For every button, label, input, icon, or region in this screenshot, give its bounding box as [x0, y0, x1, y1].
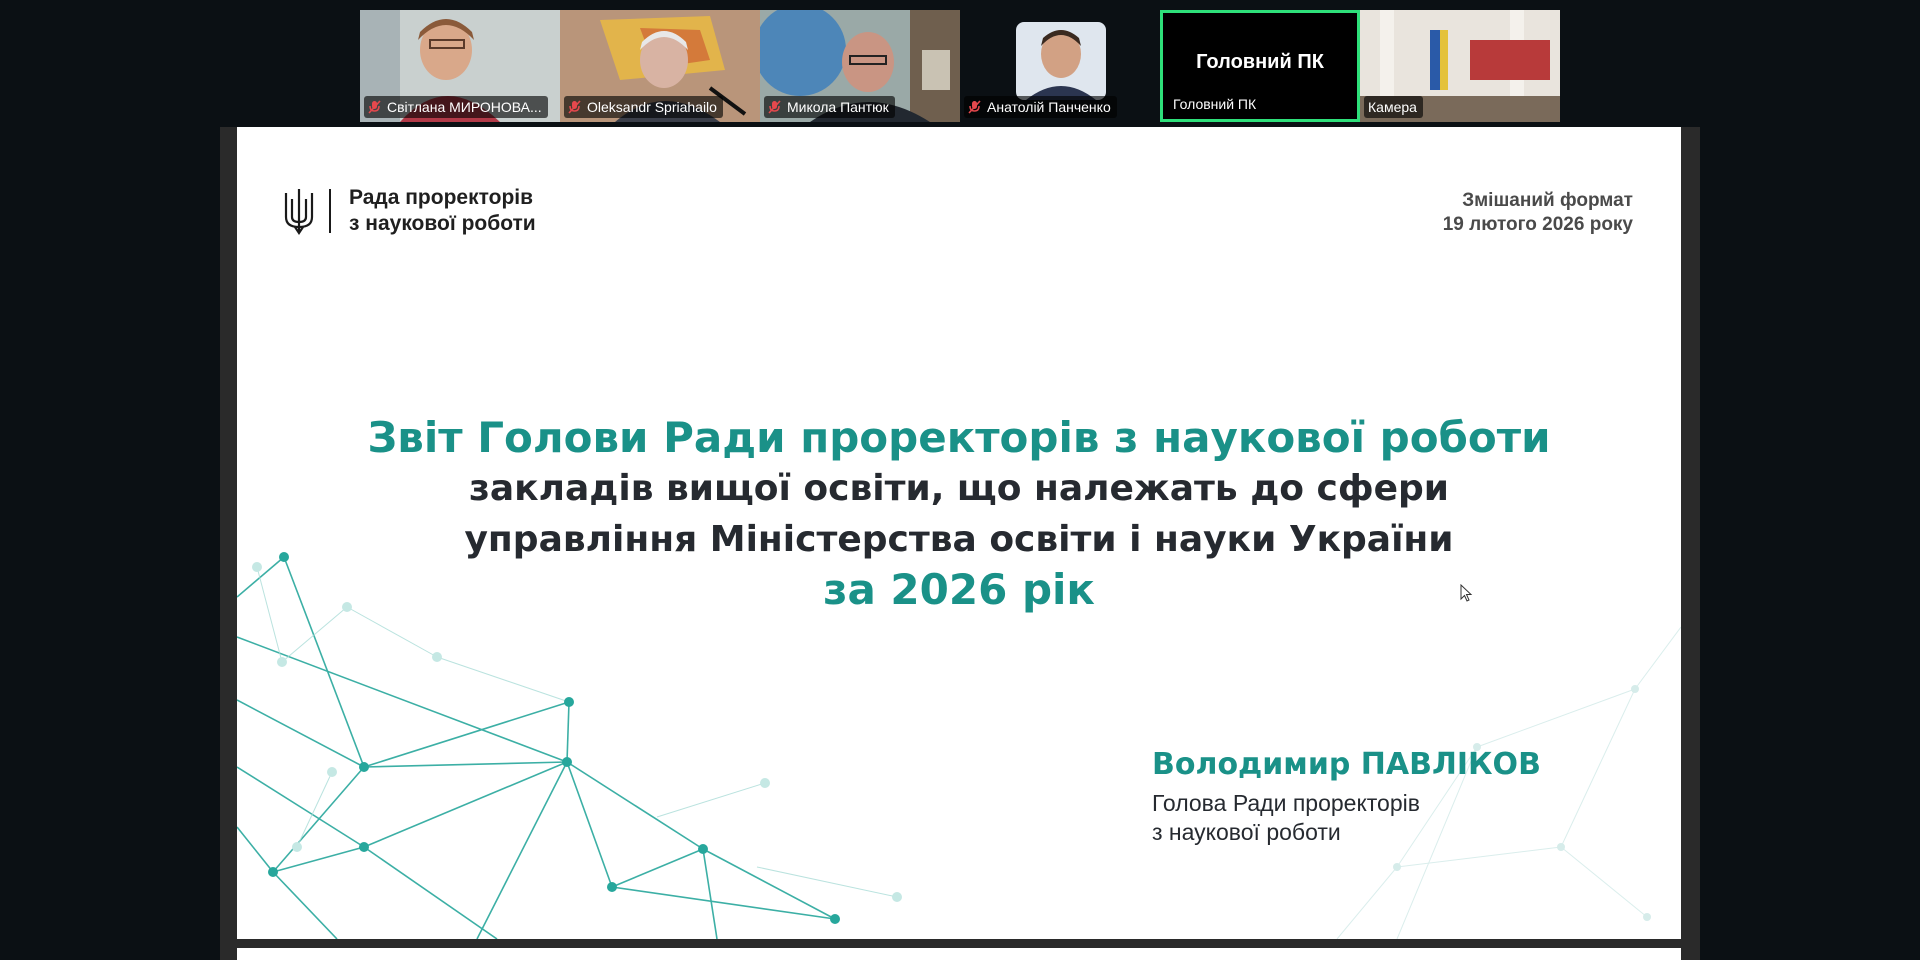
- participant-tile-4[interactable]: Анатолій Панченко: [960, 10, 1160, 122]
- title-line3: управління Міністерства освіти і науки У…: [464, 519, 1454, 560]
- participant-tile-5-active[interactable]: Головний ПК Головний ПК: [1160, 10, 1360, 122]
- participant-strip: Світлана МИРОНОВА... Oleksandr Spriahail…: [360, 10, 1560, 122]
- participant-name-5: Головний ПК: [1167, 93, 1263, 115]
- participant-name-2: Oleksandr Spriahailo: [564, 96, 723, 118]
- mic-muted-icon: [368, 98, 381, 114]
- speaker-role: Голова Ради проректорів з наукової робот…: [1152, 789, 1541, 847]
- speaker-block: Володимир ПАВЛІКОВ Голова Ради проректор…: [1152, 747, 1541, 847]
- org-name: Рада проректорів з наукової роботи: [349, 185, 536, 237]
- trident-icon: [284, 189, 314, 235]
- participant-label-5: Головний ПК: [1196, 51, 1324, 73]
- participant-name-4: Анатолій Панченко: [964, 96, 1117, 118]
- speaker-role-line2: з наукової роботи: [1152, 819, 1341, 845]
- participant-tile-3[interactable]: Микола Пантюк: [760, 10, 960, 122]
- speaker-role-line1: Голова Ради проректорів: [1152, 790, 1420, 816]
- mouse-cursor-icon: [1460, 584, 1473, 602]
- mic-muted-icon: [968, 98, 981, 114]
- participant-tile-2[interactable]: Oleksandr Spriahailo: [560, 10, 760, 122]
- event-format: Змішаний формат: [1462, 190, 1633, 211]
- title-line1: Звіт Голови Ради проректорів з наукової …: [367, 413, 1551, 462]
- shared-slide: Рада проректорів з наукової роботи Зміша…: [237, 127, 1681, 939]
- participant-name-1: Світлана МИРОНОВА...: [364, 96, 548, 118]
- logo-separator: [329, 189, 331, 233]
- org-name-line1: Рада проректорів: [349, 186, 534, 209]
- participant-name-3: Микола Пантюк: [764, 96, 895, 118]
- participant-name-6: Камера: [1364, 96, 1423, 118]
- event-date: 19 лютого 2026 року: [1442, 214, 1633, 235]
- mic-muted-icon: [768, 98, 781, 114]
- participant-tile-1[interactable]: Світлана МИРОНОВА...: [360, 10, 560, 122]
- next-slide-edge: [237, 948, 1681, 960]
- org-name-line2: з наукової роботи: [349, 212, 536, 235]
- speaker-name: Володимир ПАВЛІКОВ: [1152, 747, 1541, 782]
- participant-tile-6[interactable]: Камера: [1360, 10, 1560, 122]
- mic-muted-icon: [568, 98, 581, 114]
- title-line2: закладів вищої освіти, що належать до сф…: [468, 468, 1450, 509]
- event-meta: Змішаний формат 19 лютого 2026 року: [1443, 189, 1633, 237]
